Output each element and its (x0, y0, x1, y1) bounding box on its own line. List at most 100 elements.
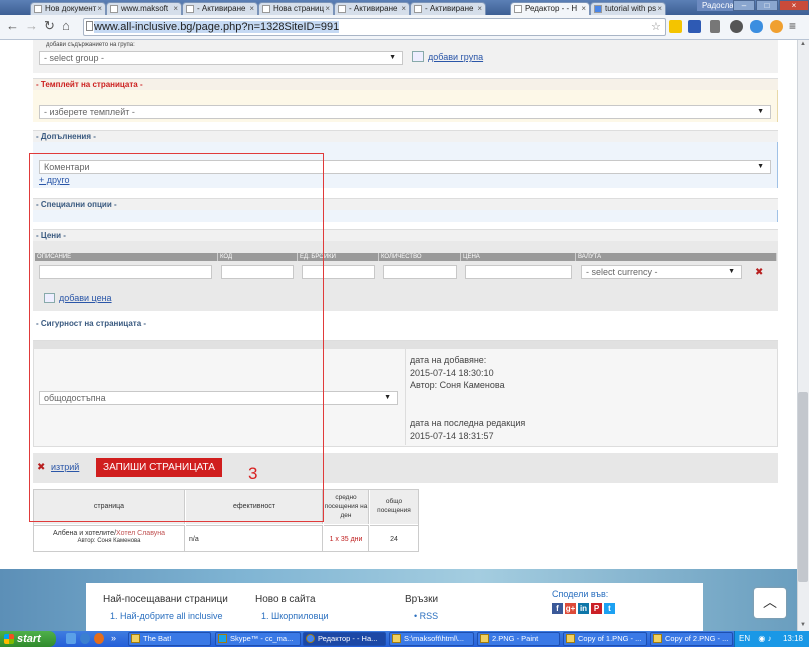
tab-label: Редактор - - Н (525, 4, 578, 13)
pinterest-icon[interactable]: P (591, 603, 602, 614)
price-col-quantity: КОЛИЧЕСТВО (379, 253, 461, 261)
browser-tab[interactable]: - Активиране × (410, 2, 486, 15)
footer-new-item[interactable]: 1. Шкорпиловци (261, 611, 329, 621)
google-favicon-icon (594, 5, 602, 13)
price-col-price: ЦЕНА (461, 253, 576, 261)
folder-icon (392, 634, 401, 643)
tab-label: www.maksoft (121, 4, 169, 13)
firefox-icon[interactable] (94, 633, 104, 644)
page-favicon-icon (110, 5, 118, 13)
gear-icon[interactable] (730, 20, 743, 33)
page-favicon-icon (338, 5, 346, 13)
footer-new-title: Ново в сайта (255, 594, 316, 605)
pen-icon[interactable] (710, 20, 720, 33)
close-window-icon[interactable]: × (779, 0, 809, 11)
stats-page-link[interactable]: Хотел Славуна (116, 530, 165, 537)
template-header: - Темплейт на страницата - (33, 78, 778, 90)
task-label: Copy of 2.PNG - ... (665, 634, 729, 643)
scroll-to-top-button[interactable]: ︿ (754, 588, 786, 618)
browser-tab[interactable]: tutorial with ps × (590, 2, 666, 15)
taskbar-item[interactable]: The Bat! (128, 632, 211, 646)
close-tab-icon[interactable]: × (249, 3, 254, 15)
stats-cell-total: 24 (370, 525, 418, 551)
price-value-input[interactable] (465, 265, 572, 279)
add-group-icon[interactable] (412, 51, 424, 62)
google-plus-icon[interactable]: g+ (565, 603, 576, 614)
currency-select[interactable]: - select currency - ▼ (581, 265, 742, 279)
annotation-number: 3 (248, 464, 258, 483)
divider (405, 349, 406, 445)
minimize-icon[interactable]: – (733, 0, 755, 11)
extension-icon[interactable] (688, 20, 701, 33)
tray-icons[interactable]: ◉ ♪ (758, 634, 771, 643)
scrollbar-thumb[interactable] (798, 392, 808, 582)
ie-icon[interactable] (80, 633, 90, 644)
task-label: Copy of 1.PNG - ... (578, 634, 642, 643)
page-favicon-icon (514, 5, 522, 13)
scroll-up-icon[interactable]: ▲ (800, 41, 806, 47)
page-favicon-icon (262, 5, 270, 13)
stats-page-author: Автор: Соня Каменова (77, 538, 141, 544)
taskbar-item[interactable]: S:\maksoft\html\... (389, 632, 474, 646)
cookie-icon[interactable] (770, 20, 783, 33)
extras-header: - Допълнения - (33, 130, 778, 142)
tab-label: tutorial with ps (605, 4, 657, 13)
footer-popular-item[interactable]: 1. Най-добрите all inclusive (110, 611, 223, 621)
url-text[interactable]: www.all-inclusive.bg/page.php?n=1328Site… (94, 21, 340, 33)
clock[interactable]: 13:18 (783, 631, 803, 647)
browser-tab-active[interactable]: Редактор - - Н × (510, 2, 590, 15)
stats-col-total: общо посещения (370, 490, 418, 524)
browser-tab[interactable]: - Активиране × (182, 2, 258, 15)
footer-rss-link[interactable]: • RSS (414, 611, 438, 621)
quicklaunch-icon[interactable] (66, 633, 76, 644)
delete-price-icon[interactable]: ✖ (755, 267, 763, 278)
home-icon[interactable]: ⌂ (62, 18, 70, 34)
app-icon (131, 634, 140, 643)
date-edited-value: 2015-07-14 18:31:57 (410, 431, 494, 441)
close-tab-icon[interactable]: × (581, 3, 586, 15)
template-select[interactable]: - изберете темплейт - ▼ (39, 105, 771, 119)
reload-icon[interactable]: ↻ (44, 18, 55, 34)
taskbar-item[interactable]: 2.PNG - Paint (477, 632, 560, 646)
linkedin-icon[interactable]: in (578, 603, 589, 614)
stats-col-daily: средно посещения на ден (324, 490, 369, 524)
add-group-link[interactable]: добави група (428, 52, 483, 62)
scroll-down-icon[interactable]: ▼ (800, 622, 806, 628)
bookmark-star-icon[interactable]: ☆ (651, 20, 661, 33)
close-tab-icon[interactable]: × (477, 3, 482, 15)
quicklaunch-expand-icon[interactable]: » (111, 633, 116, 643)
language-indicator[interactable]: EN (739, 634, 750, 643)
taskbar-item[interactable]: Copy of 1.PNG - ... (563, 632, 647, 646)
price-quantity-input[interactable] (383, 265, 457, 279)
close-tab-icon[interactable]: × (173, 3, 178, 15)
page-favicon-icon (414, 5, 422, 13)
tab-label: Нова страниц (273, 4, 325, 13)
facebook-icon[interactable]: f (552, 603, 563, 614)
close-tab-icon[interactable]: × (401, 3, 406, 15)
browser-tab[interactable]: www.maksoft × (106, 2, 182, 15)
browser-tab[interactable]: Нов документ × (30, 2, 106, 15)
paint-icon (480, 634, 489, 643)
taskbar-item[interactable]: Copy of 2.PNG - ... (650, 632, 733, 646)
paint-icon (653, 634, 662, 643)
dropdown-arrow-icon: ▼ (757, 163, 764, 170)
back-icon[interactable]: ← (6, 18, 19, 34)
twitter-icon[interactable]: t (604, 603, 615, 614)
forward-icon[interactable]: → (25, 18, 38, 34)
extension-icon[interactable] (669, 20, 682, 33)
page-info-icon[interactable] (86, 21, 93, 31)
close-tab-icon[interactable]: × (325, 3, 330, 15)
cloud-icon[interactable] (750, 20, 763, 33)
taskbar-item[interactable]: Skype™ - cc_ma... (215, 632, 301, 646)
close-tab-icon[interactable]: × (657, 3, 662, 15)
tab-label: Нов документ (45, 4, 97, 13)
page-favicon-icon (186, 5, 194, 13)
task-label: Редактор - - На... (318, 634, 378, 643)
browser-tab[interactable]: - Активиране × (334, 2, 410, 15)
maximize-icon[interactable]: □ (756, 0, 778, 11)
group-select[interactable]: - select group - ▼ (39, 51, 403, 65)
menu-icon[interactable]: ≡ (789, 19, 796, 33)
browser-tab[interactable]: Нова страниц × (258, 2, 334, 15)
taskbar-item-active[interactable]: Редактор - - На... (303, 632, 386, 646)
close-tab-icon[interactable]: × (97, 3, 102, 15)
